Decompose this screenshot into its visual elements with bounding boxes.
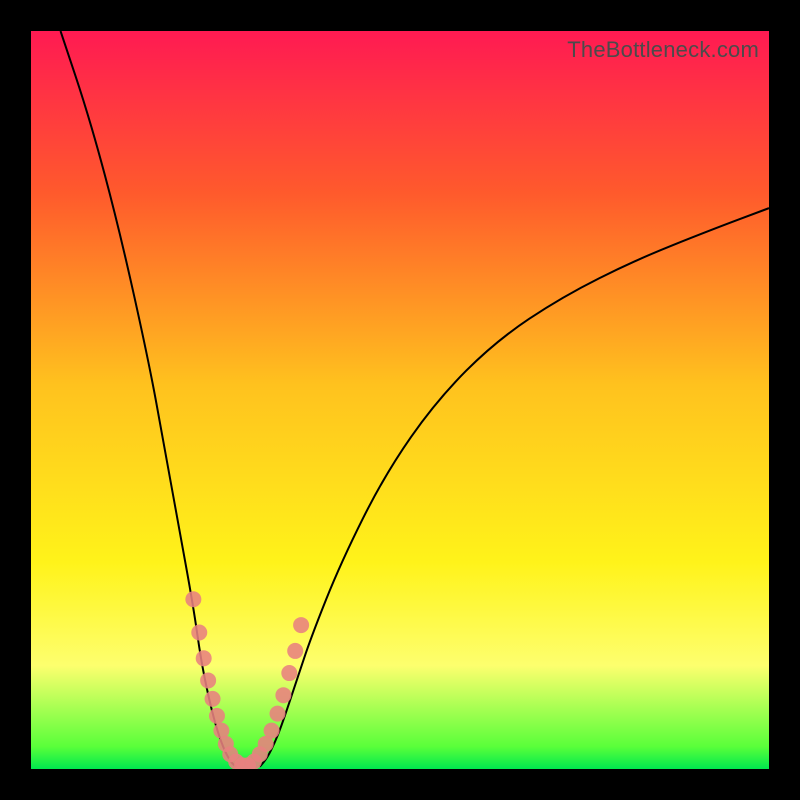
sample-point [209, 708, 225, 724]
sample-point [185, 591, 201, 607]
bottleneck-curve-right [260, 208, 769, 767]
curve-layer [31, 31, 769, 769]
plot-area: TheBottleneck.com [31, 31, 769, 769]
sample-point [281, 665, 297, 681]
sample-point [200, 672, 216, 688]
sample-point [293, 617, 309, 633]
chart-frame: TheBottleneck.com [0, 0, 800, 800]
sample-point [287, 643, 303, 659]
sample-point [275, 687, 291, 703]
sample-points [185, 591, 309, 769]
sample-point [264, 723, 280, 739]
sample-point [269, 706, 285, 722]
sample-point [196, 650, 212, 666]
sample-point [191, 624, 207, 640]
sample-point [205, 691, 221, 707]
